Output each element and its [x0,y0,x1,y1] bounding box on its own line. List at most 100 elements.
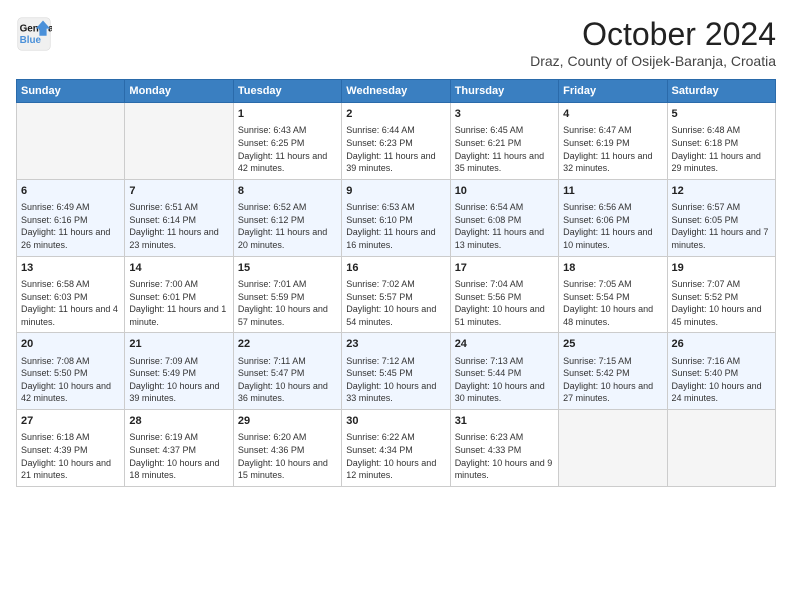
day-info: Sunrise: 6:53 AMSunset: 6:10 PMDaylight:… [346,201,445,251]
day-number: 7 [129,184,228,199]
day-number: 3 [455,107,554,122]
day-info: Sunrise: 7:02 AMSunset: 5:57 PMDaylight:… [346,278,445,328]
day-number: 23 [346,337,445,352]
day-number: 2 [346,107,445,122]
day-number: 31 [455,414,554,429]
day-info: Sunrise: 7:15 AMSunset: 5:42 PMDaylight:… [563,355,662,405]
calendar-cell: 11 Sunrise: 6:56 AMSunset: 6:06 PMDayligh… [559,179,667,256]
weekday-header: Sunday [17,80,125,103]
calendar-cell: 28 Sunrise: 6:19 AMSunset: 4:37 PMDayligh… [125,410,233,487]
day-number: 4 [563,107,662,122]
day-number: 19 [672,261,771,276]
day-number: 28 [129,414,228,429]
calendar-week-row: 20 Sunrise: 7:08 AMSunset: 5:50 PMDayligh… [17,333,776,410]
day-number: 24 [455,337,554,352]
day-number: 15 [238,261,337,276]
calendar-table: SundayMondayTuesdayWednesdayThursdayFrid… [16,79,776,487]
title-block: October 2024 Draz, County of Osijek-Bara… [530,16,776,69]
location-title: Draz, County of Osijek-Baranja, Croatia [530,53,776,69]
day-info: Sunrise: 6:49 AMSunset: 6:16 PMDaylight:… [21,201,120,251]
day-number: 27 [21,414,120,429]
calendar-cell: 12 Sunrise: 6:57 AMSunset: 6:05 PMDayligh… [667,179,775,256]
day-number: 9 [346,184,445,199]
calendar-cell [17,103,125,180]
day-number: 20 [21,337,120,352]
calendar-cell: 23 Sunrise: 7:12 AMSunset: 5:45 PMDayligh… [342,333,450,410]
day-number: 29 [238,414,337,429]
weekday-header: Saturday [667,80,775,103]
day-number: 30 [346,414,445,429]
weekday-header: Wednesday [342,80,450,103]
day-info: Sunrise: 6:48 AMSunset: 6:18 PMDaylight:… [672,124,771,174]
page-header: General Blue October 2024 Draz, County o… [16,16,776,69]
day-info: Sunrise: 6:45 AMSunset: 6:21 PMDaylight:… [455,124,554,174]
day-number: 12 [672,184,771,199]
day-number: 26 [672,337,771,352]
calendar-week-row: 13Sunrise: 6:58 AMSunset: 6:03 PMDayligh… [17,256,776,333]
day-info: Sunrise: 6:51 AMSunset: 6:14 PMDaylight:… [129,201,228,251]
calendar-cell: 22Sunrise: 7:11 AMSunset: 5:47 PMDayligh… [233,333,341,410]
day-info: Sunrise: 6:20 AMSunset: 4:36 PMDaylight:… [238,431,337,481]
svg-text:General: General [20,23,52,34]
day-number: 22 [238,337,337,352]
logo-icon: General Blue [16,16,52,52]
day-info: Sunrise: 6:57 AMSunset: 6:05 PMDaylight:… [672,201,771,251]
day-number: 10 [455,184,554,199]
day-info: Sunrise: 6:18 AMSunset: 4:39 PMDaylight:… [21,431,120,481]
day-info: Sunrise: 7:07 AMSunset: 5:52 PMDaylight:… [672,278,771,328]
calendar-cell: 16 Sunrise: 7:02 AMSunset: 5:57 PMDayligh… [342,256,450,333]
calendar-cell: 6 Sunrise: 6:49 AMSunset: 6:16 PMDaylight… [17,179,125,256]
calendar-cell: 19 Sunrise: 7:07 AMSunset: 5:52 PMDayligh… [667,256,775,333]
day-number: 8 [238,184,337,199]
calendar-cell: 4 Sunrise: 6:47 AMSunset: 6:19 PMDaylight… [559,103,667,180]
calendar-cell: 21 Sunrise: 7:09 AMSunset: 5:49 PMDayligh… [125,333,233,410]
day-info: Sunrise: 7:09 AMSunset: 5:49 PMDaylight:… [129,355,228,405]
day-info: Sunrise: 6:52 AMSunset: 6:12 PMDaylight:… [238,201,337,251]
day-info: Sunrise: 7:08 AMSunset: 5:50 PMDaylight:… [21,355,120,405]
weekday-header: Monday [125,80,233,103]
day-info: Sunrise: 6:22 AMSunset: 4:34 PMDaylight:… [346,431,445,481]
calendar-cell: 5 Sunrise: 6:48 AMSunset: 6:18 PMDaylight… [667,103,775,180]
day-number: 11 [563,184,662,199]
day-number: 6 [21,184,120,199]
day-number: 14 [129,261,228,276]
day-info: Sunrise: 6:47 AMSunset: 6:19 PMDaylight:… [563,124,662,174]
day-info: Sunrise: 6:43 AMSunset: 6:25 PMDaylight:… [238,124,337,174]
day-number: 16 [346,261,445,276]
svg-text:Blue: Blue [20,35,42,46]
day-info: Sunrise: 7:12 AMSunset: 5:45 PMDaylight:… [346,355,445,405]
day-info: Sunrise: 6:56 AMSunset: 6:06 PMDaylight:… [563,201,662,251]
calendar-cell: 13Sunrise: 6:58 AMSunset: 6:03 PMDayligh… [17,256,125,333]
day-info: Sunrise: 6:54 AMSunset: 6:08 PMDaylight:… [455,201,554,251]
calendar-cell: 31Sunrise: 6:23 AMSunset: 4:33 PMDayligh… [450,410,558,487]
calendar-cell: 9 Sunrise: 6:53 AMSunset: 6:10 PMDaylight… [342,179,450,256]
calendar-cell: 24Sunrise: 7:13 AMSunset: 5:44 PMDayligh… [450,333,558,410]
day-info: Sunrise: 7:05 AMSunset: 5:54 PMDaylight:… [563,278,662,328]
calendar-cell: 27 Sunrise: 6:18 AMSunset: 4:39 PMDayligh… [17,410,125,487]
weekday-header: Friday [559,80,667,103]
calendar-cell: 8 Sunrise: 6:52 AMSunset: 6:12 PMDaylight… [233,179,341,256]
calendar-cell: 26Sunrise: 7:16 AMSunset: 5:40 PMDayligh… [667,333,775,410]
day-number: 21 [129,337,228,352]
day-number: 13 [21,261,120,276]
calendar-header-row: SundayMondayTuesdayWednesdayThursdayFrid… [17,80,776,103]
month-title: October 2024 [530,16,776,53]
weekday-header: Tuesday [233,80,341,103]
day-info: Sunrise: 6:44 AMSunset: 6:23 PMDaylight:… [346,124,445,174]
calendar-cell [667,410,775,487]
day-number: 18 [563,261,662,276]
calendar-cell: 25 Sunrise: 7:15 AMSunset: 5:42 PMDayligh… [559,333,667,410]
calendar-cell: 3 Sunrise: 6:45 AMSunset: 6:21 PMDaylight… [450,103,558,180]
logo: General Blue [16,16,52,52]
calendar-cell: 17Sunrise: 7:04 AMSunset: 5:56 PMDayligh… [450,256,558,333]
calendar-cell [559,410,667,487]
day-number: 25 [563,337,662,352]
weekday-header: Thursday [450,80,558,103]
day-number: 5 [672,107,771,122]
calendar-cell: 1Sunrise: 6:43 AMSunset: 6:25 PMDaylight… [233,103,341,180]
day-info: Sunrise: 6:19 AMSunset: 4:37 PMDaylight:… [129,431,228,481]
calendar-cell [125,103,233,180]
calendar-cell: 7 Sunrise: 6:51 AMSunset: 6:14 PMDaylight… [125,179,233,256]
calendar-cell: 2 Sunrise: 6:44 AMSunset: 6:23 PMDaylight… [342,103,450,180]
day-number: 17 [455,261,554,276]
